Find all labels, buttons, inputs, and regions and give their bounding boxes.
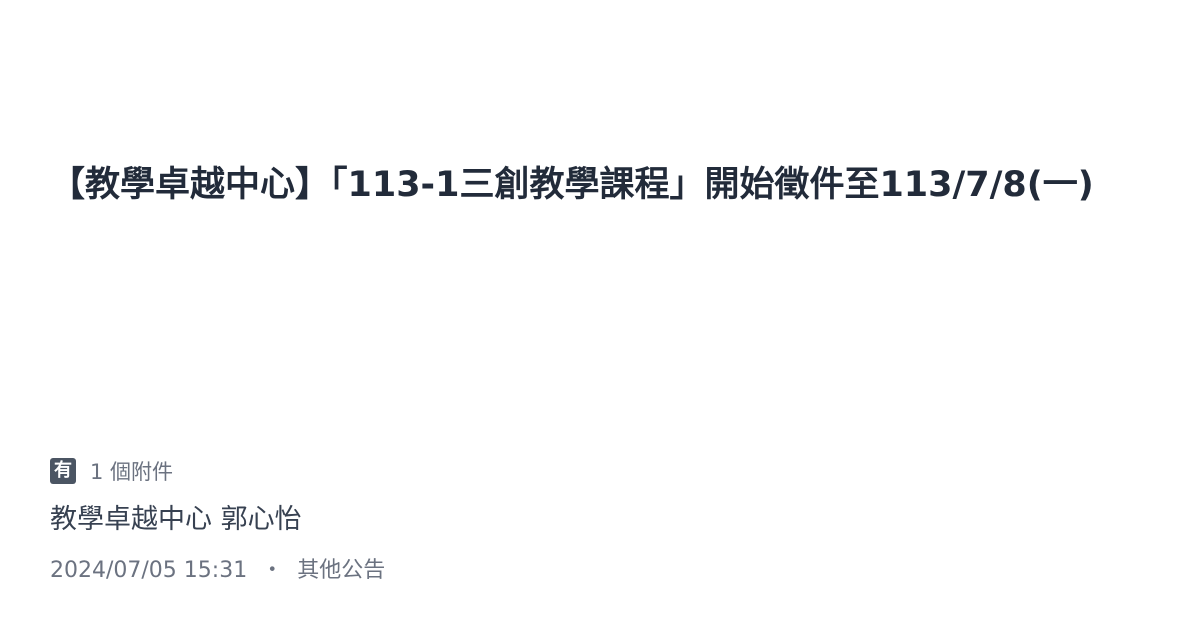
attachment-count[interactable]: 1 個附件 xyxy=(90,456,173,486)
post-timestamp: 2024/07/05 15:31 xyxy=(50,558,248,583)
attachment-badge-icon: 有 xyxy=(50,458,76,484)
announcement-title[interactable]: 【教學卓越中心】「113-1三創教學課程」開始徵件至113/7/8(一) xyxy=(50,160,1160,210)
meta-row: 2024/07/05 15:31 ・ 其他公告 xyxy=(50,554,385,588)
attachment-row[interactable]: 有 1 個附件 xyxy=(50,456,173,486)
announcement-card: 【教學卓越中心】「113-1三創教學課程」開始徵件至113/7/8(一) 有 1… xyxy=(0,0,1200,630)
category-label[interactable]: 其他公告 xyxy=(297,554,385,588)
meta-separator: ・ xyxy=(261,558,284,583)
author-name: 教學卓越中心 郭心怡 xyxy=(50,504,302,535)
